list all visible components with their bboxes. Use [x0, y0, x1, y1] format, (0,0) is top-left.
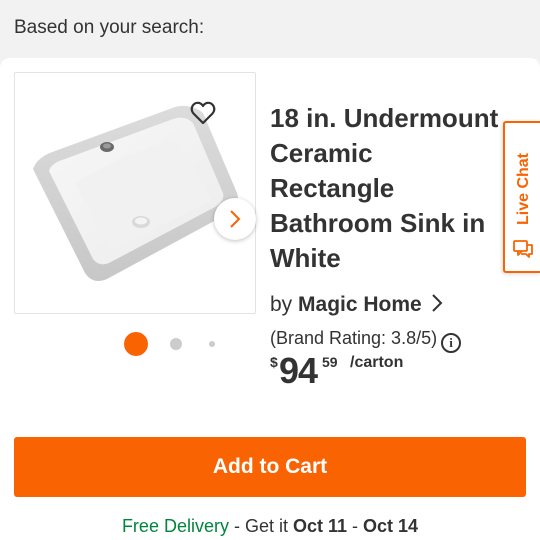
by-label: by: [270, 293, 293, 316]
carousel-dot[interactable]: [170, 338, 182, 350]
delivery-info: Free Delivery - Get it Oct 11 - Oct 14: [0, 516, 540, 537]
price-unit: /carton: [350, 354, 404, 371]
price-currency: $: [270, 354, 278, 370]
chevron-right-icon: [230, 210, 241, 228]
carousel-pagination: [0, 328, 270, 358]
info-icon[interactable]: i: [441, 333, 462, 353]
chat-icon: [513, 240, 533, 258]
next-image-button[interactable]: [214, 198, 256, 240]
delivery-date-end: Oct 14: [363, 516, 419, 536]
live-chat-label: Live Chat: [515, 152, 532, 225]
chevron-right-icon: [431, 294, 442, 312]
live-chat-tab[interactable]: Live Chat: [503, 121, 540, 273]
delivery-dash: -: [347, 516, 364, 536]
brand-link[interactable]: by Magic Home: [270, 293, 444, 317]
product-image: [33, 105, 238, 281]
delivery-separator: - Get it: [228, 516, 293, 536]
price-cents: 59: [322, 354, 338, 370]
product-image-carousel[interactable]: [14, 72, 256, 314]
add-to-cart-button[interactable]: Add to Cart: [14, 437, 526, 497]
price-dollars: 94: [279, 350, 318, 391]
heart-icon: [190, 101, 216, 125]
carousel-dot-active[interactable]: [124, 332, 148, 356]
carousel-dot[interactable]: [209, 341, 215, 347]
delivery-date-start: Oct 11: [292, 516, 348, 536]
free-delivery-label: Free Delivery: [121, 516, 229, 536]
header-title: Based on your search:: [14, 17, 205, 38]
brand-rating-text: (Brand Rating: 3.8/5): [270, 328, 438, 348]
favorite-button[interactable]: [189, 99, 217, 127]
product-card: 18 in. Undermount Ceramic Rectangle Bath…: [0, 58, 540, 540]
search-context-header: Based on your search:: [0, 0, 540, 58]
product-title[interactable]: 18 in. Undermount Ceramic Rectangle Bath…: [270, 101, 518, 276]
brand-name[interactable]: Magic Home: [298, 293, 422, 316]
